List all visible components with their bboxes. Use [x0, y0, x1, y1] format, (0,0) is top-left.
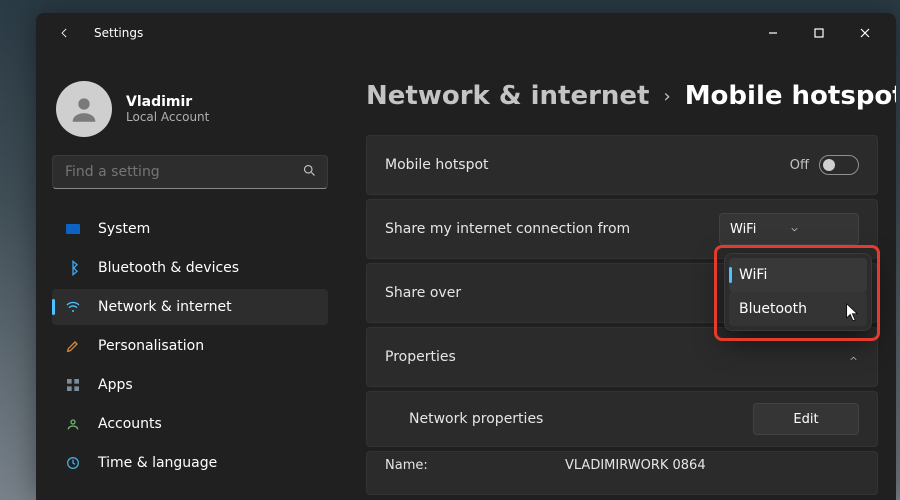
titlebar: Settings — [36, 13, 896, 53]
sidebar-item-time[interactable]: Time & language — [52, 445, 328, 481]
back-button[interactable] — [50, 18, 80, 48]
avatar — [56, 81, 112, 137]
option-label: WiFi — [739, 267, 767, 283]
card-label: Properties — [385, 349, 848, 365]
system-icon — [64, 220, 82, 238]
profile-block[interactable]: Vladimir Local Account — [52, 71, 328, 155]
breadcrumb-parent[interactable]: Network & internet — [366, 81, 649, 111]
wifi-icon — [64, 298, 82, 316]
share-over-dropdown-open: WiFi Bluetooth — [724, 253, 872, 331]
chevron-down-icon — [789, 224, 848, 235]
profile-subtitle: Local Account — [126, 110, 209, 124]
window-title: Settings — [94, 26, 143, 40]
sidebar-item-label: Accounts — [98, 416, 162, 432]
nav-list: System Bluetooth & devices Network & int… — [52, 211, 328, 481]
sidebar-item-label: Apps — [98, 377, 133, 393]
share-from-dropdown[interactable]: WiFi — [719, 213, 859, 245]
clock-icon — [64, 454, 82, 472]
edit-button[interactable]: Edit — [753, 403, 859, 435]
minimize-button[interactable] — [750, 17, 796, 49]
property-value: VLADIMIRWORK 0864 — [565, 458, 706, 473]
button-label: Edit — [793, 412, 818, 427]
window-controls — [750, 17, 888, 49]
search-input[interactable] — [65, 164, 302, 180]
chevron-right-icon: › — [663, 86, 670, 107]
share-from-card: Share my internet connection from WiFi — [366, 199, 878, 259]
sidebar-item-label: System — [98, 221, 150, 237]
sidebar-item-label: Personalisation — [98, 338, 204, 354]
sidebar-item-bluetooth[interactable]: Bluetooth & devices — [52, 250, 328, 286]
row-label: Network properties — [385, 411, 753, 427]
option-label: Bluetooth — [739, 301, 807, 317]
search-box[interactable] — [52, 155, 328, 189]
card-label: Share over — [385, 285, 719, 301]
brush-icon — [64, 337, 82, 355]
dropdown-option-bluetooth[interactable]: Bluetooth — [729, 292, 867, 326]
settings-window: Settings Vladimir Local Account — [36, 13, 896, 500]
sidebar-item-label: Time & language — [98, 455, 217, 471]
breadcrumb: Network & internet › Mobile hotspot — [366, 81, 878, 111]
sidebar: Vladimir Local Account System — [36, 53, 344, 500]
dropdown-value: WiFi — [730, 222, 789, 237]
hotspot-toggle-card[interactable]: Mobile hotspot Off — [366, 135, 878, 195]
accounts-icon — [64, 415, 82, 433]
sidebar-item-system[interactable]: System — [52, 211, 328, 247]
network-properties-row: Network properties Edit — [366, 391, 878, 447]
sidebar-item-network[interactable]: Network & internet — [52, 289, 328, 325]
property-key: Name: — [385, 458, 565, 473]
dropdown-option-wifi[interactable]: WiFi — [729, 258, 867, 292]
apps-icon — [64, 376, 82, 394]
breadcrumb-current: Mobile hotspot — [685, 81, 896, 111]
sidebar-item-label: Bluetooth & devices — [98, 260, 239, 276]
sidebar-item-label: Network & internet — [98, 299, 232, 315]
bluetooth-icon — [64, 259, 82, 277]
toggle-state-label: Off — [790, 158, 809, 173]
property-name-row: Name: VLADIMIRWORK 0864 — [366, 451, 878, 495]
main-pane: Network & internet › Mobile hotspot Mobi… — [344, 53, 896, 500]
card-label: Share my internet connection from — [385, 221, 719, 237]
hotspot-toggle[interactable] — [819, 155, 859, 175]
maximize-button[interactable] — [796, 17, 842, 49]
profile-name: Vladimir — [126, 94, 209, 110]
sidebar-item-accounts[interactable]: Accounts — [52, 406, 328, 442]
properties-expander[interactable]: Properties — [366, 327, 878, 387]
card-label: Mobile hotspot — [385, 157, 790, 173]
search-icon — [302, 163, 317, 182]
close-button[interactable] — [842, 17, 888, 49]
sidebar-item-apps[interactable]: Apps — [52, 367, 328, 403]
chevron-up-icon — [848, 352, 859, 363]
sidebar-item-personalisation[interactable]: Personalisation — [52, 328, 328, 364]
